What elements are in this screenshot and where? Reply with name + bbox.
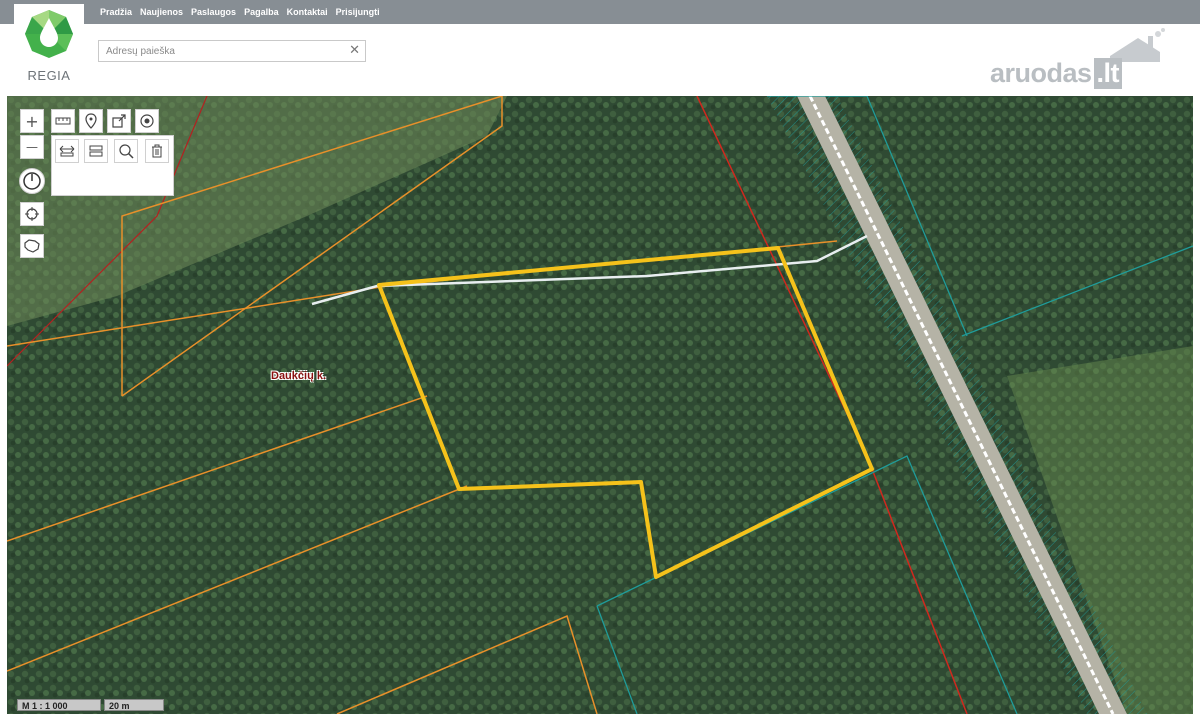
nav-kontaktai[interactable]: Kontaktai bbox=[287, 7, 328, 17]
country-extent-button[interactable] bbox=[20, 234, 44, 258]
compass-dial-icon bbox=[23, 172, 41, 190]
aruodas-tld: .lt bbox=[1093, 58, 1123, 89]
ruler-icon bbox=[55, 117, 71, 125]
print-area-button[interactable] bbox=[114, 139, 138, 163]
target-button[interactable] bbox=[135, 109, 159, 133]
aruodas-logo[interactable]: aruodas .lt bbox=[990, 28, 1165, 89]
minus-icon: — bbox=[26, 140, 38, 154]
scale-length: 20 m bbox=[104, 699, 164, 711]
address-search: ✕ bbox=[98, 40, 366, 62]
magnifier-area-icon bbox=[119, 144, 134, 159]
aruodas-name: aruodas bbox=[990, 58, 1092, 88]
measure-distance-button[interactable] bbox=[51, 109, 75, 133]
crosshair-icon bbox=[25, 207, 39, 221]
aruodas-wordmark: aruodas .lt bbox=[990, 58, 1123, 89]
nav-pagalba[interactable]: Pagalba bbox=[244, 7, 279, 17]
regia-logo-icon bbox=[25, 10, 73, 58]
map-view[interactable]: Daukčių k. + — M 1 : 1 000 20 m bbox=[7, 96, 1193, 714]
share-button[interactable] bbox=[107, 109, 131, 133]
zoom-out-button[interactable]: — bbox=[20, 135, 44, 159]
measure-area-button[interactable] bbox=[84, 139, 108, 163]
nav-paslaugos[interactable]: Paslaugos bbox=[191, 7, 236, 17]
share-icon bbox=[112, 114, 126, 128]
map-pin-icon bbox=[85, 113, 97, 129]
delete-button[interactable] bbox=[145, 139, 169, 163]
plus-icon: + bbox=[25, 111, 39, 131]
main-nav: Pradžia Naujienos Paslaugos Pagalba Kont… bbox=[100, 0, 380, 24]
area-ruler-icon bbox=[89, 145, 103, 157]
regia-logo[interactable]: REGIA bbox=[14, 4, 84, 92]
scale-bar: M 1 : 1 000 20 m bbox=[17, 699, 164, 711]
lithuania-map-icon bbox=[24, 239, 40, 253]
zoom-in-button[interactable]: + bbox=[20, 109, 44, 133]
scale-ratio: M 1 : 1 000 bbox=[17, 699, 101, 711]
nav-pradzia[interactable]: Pradžia bbox=[100, 7, 132, 17]
nav-prisijungti[interactable]: Prisijungti bbox=[336, 7, 380, 17]
regia-logo-text: REGIA bbox=[27, 68, 71, 83]
aerial-map-layer bbox=[7, 96, 1193, 714]
clear-search-icon[interactable]: ✕ bbox=[349, 43, 360, 58]
reset-rotation-button[interactable] bbox=[19, 168, 45, 194]
measure-line-button[interactable] bbox=[55, 139, 79, 163]
nav-naujienos[interactable]: Naujienos bbox=[140, 7, 183, 17]
arrow-ruler-icon bbox=[59, 145, 75, 157]
top-nav-bar: Pradžia Naujienos Paslaugos Pagalba Kont… bbox=[0, 0, 1200, 24]
village-label: Daukčių k. bbox=[271, 370, 327, 382]
locate-button[interactable] bbox=[20, 202, 44, 226]
trash-icon bbox=[152, 144, 162, 158]
target-icon bbox=[140, 114, 154, 128]
address-search-input[interactable] bbox=[99, 41, 346, 62]
place-marker-button[interactable] bbox=[79, 109, 103, 133]
